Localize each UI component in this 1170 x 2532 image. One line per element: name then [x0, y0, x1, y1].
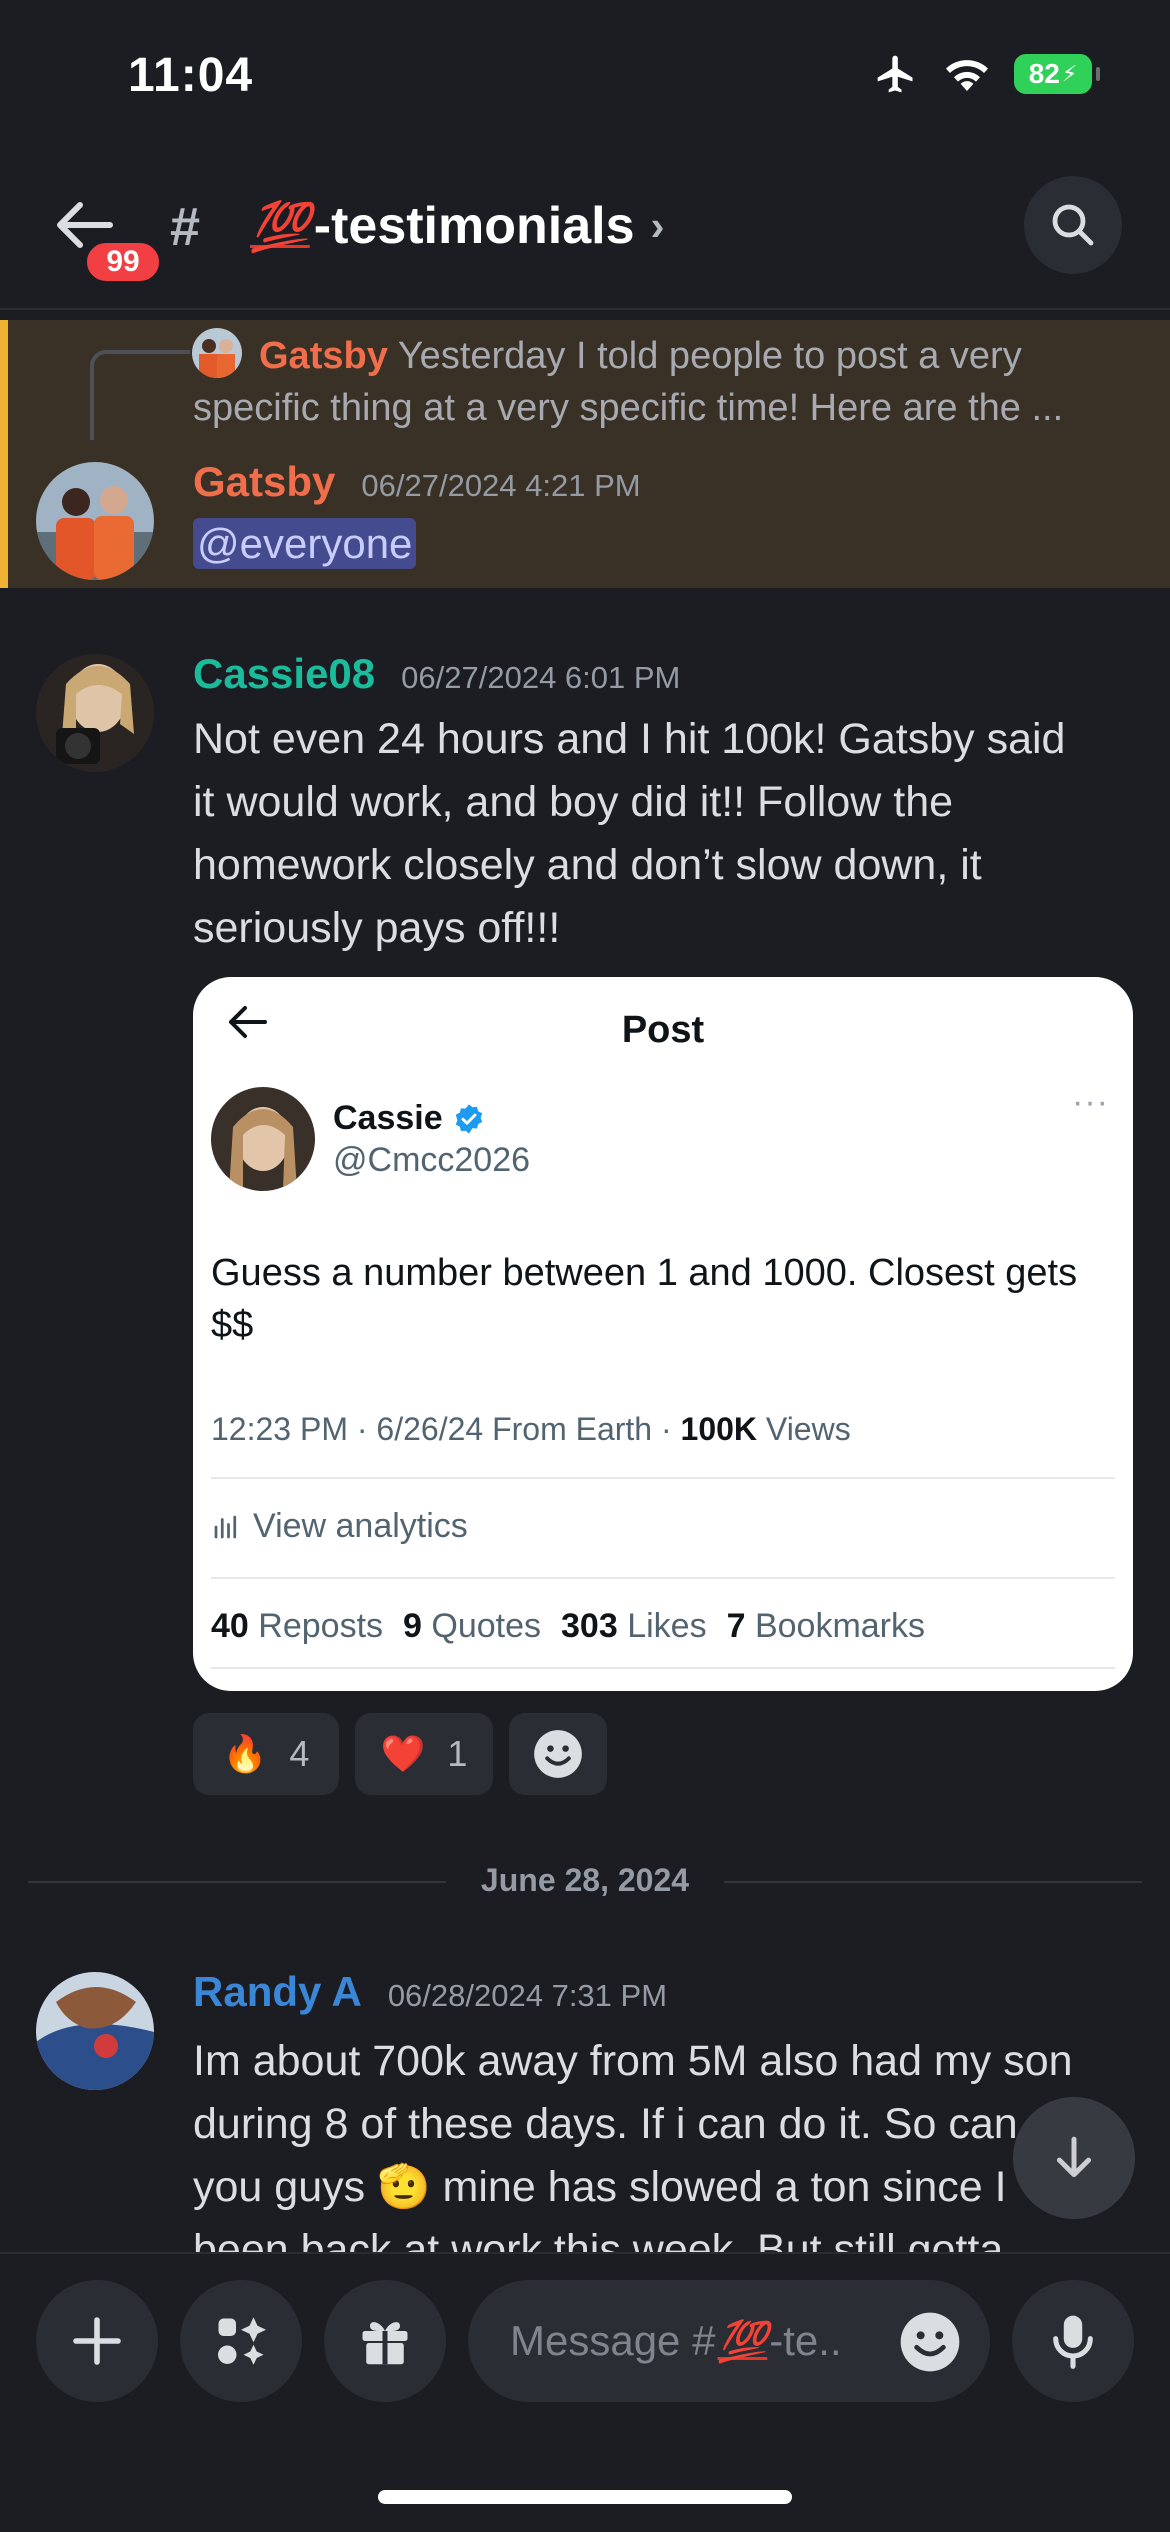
message-text: Im about 700k away from 5M also had my s… — [193, 2030, 1153, 2252]
apps-icon — [218, 2317, 266, 2365]
message-line: Im about 700k away from 5M also had my s… — [193, 2037, 1073, 2085]
author-name[interactable]: Gatsby — [193, 458, 335, 506]
arrow-down-icon — [1056, 2136, 1092, 2178]
message-header: Randy A 06/28/2024 7:31 PM — [193, 1968, 667, 2016]
post-body: Guess a number between 1 and 1000. Close… — [211, 1252, 1078, 1346]
search-button[interactable] — [1024, 176, 1122, 274]
reaction-fire[interactable]: 🔥 4 — [193, 1713, 339, 1795]
post-handle: @Cmcc2026 — [333, 1141, 531, 1179]
timestamp: 06/28/2024 7:31 PM — [387, 1978, 668, 2013]
hundred-emoji: 💯 — [250, 200, 310, 254]
avatar[interactable] — [36, 654, 154, 772]
chevron-right-icon: › — [650, 202, 665, 249]
message-line: homework closely and don’t slow down, it — [193, 841, 982, 889]
post-divider — [211, 1577, 1115, 1579]
post-analytics: View analytics — [211, 1507, 468, 1546]
unread-badge: 99 — [82, 238, 164, 286]
gift-button[interactable] — [324, 2280, 446, 2402]
post-stats: 40 Reposts 9 Quotes 303 Likes 7 Bookmark… — [211, 1607, 925, 1646]
message-line: seriously pays off!!! — [193, 904, 561, 952]
add-reaction-button[interactable] — [509, 1713, 607, 1795]
stat-bookmarks: 7 Bookmarks — [726, 1607, 926, 1645]
post-author-name: Cassie — [333, 1099, 443, 1137]
embedded-post-image[interactable]: Post Cassie @Cmcc2026 ··· Guess a number… — [193, 977, 1133, 1691]
emoji-picker-icon[interactable] — [898, 2310, 962, 2374]
apps-button[interactable] — [180, 2280, 302, 2402]
post-avatar — [211, 1087, 315, 1191]
heart-emoji: ❤️ — [380, 1733, 426, 1774]
channel-header: 99 # 💯 -testimonials › — [0, 170, 1170, 310]
timestamp: 06/27/2024 6:01 PM — [401, 660, 681, 695]
reaction-heart[interactable]: ❤️ 1 — [355, 1713, 493, 1795]
message-header: Cassie08 06/27/2024 6:01 PM — [193, 650, 680, 698]
voice-message-button[interactable] — [1012, 2280, 1134, 2402]
jump-to-bottom-button[interactable] — [1013, 2097, 1135, 2219]
airplane-icon — [877, 55, 913, 93]
verified-badge-icon — [455, 1103, 482, 1134]
message-line: you guys 🫡 mine has slowed a ton since I — [193, 2163, 1007, 2211]
more-icon: ··· — [1072, 1083, 1109, 1121]
stat-quotes: 9 Quotes — [403, 1607, 542, 1645]
microphone-icon — [1053, 2315, 1093, 2369]
timestamp: 06/27/2024 4:21 PM — [361, 468, 641, 503]
message-line: Not even 24 hours and I hit 100k! Gatsby… — [193, 715, 1066, 763]
reaction-count: 1 — [447, 1733, 468, 1774]
stat-likes: 303 Likes — [561, 1607, 707, 1645]
post-divider — [211, 1667, 1115, 1669]
author-name[interactable]: Randy A — [193, 1968, 362, 2016]
reply-author[interactable]: Gatsby — [259, 335, 388, 377]
analytics-icon — [214, 1515, 237, 1538]
message-line: during 8 of these days. If i can do it. … — [193, 2100, 1018, 2148]
home-indicator — [378, 2490, 792, 2504]
reply-preview[interactable]: Gatsby Yesterday I told people to post a … — [193, 330, 1133, 434]
avatar[interactable] — [36, 462, 154, 580]
channel-title[interactable]: 💯 -testimonials › — [250, 196, 665, 256]
everyone-mention[interactable]: @everyone — [193, 518, 417, 569]
message-clip: Im about 700k away from 5M also had my s… — [0, 2030, 1170, 2252]
message-text: Not even 24 hours and I hit 100k! Gatsby… — [193, 708, 1153, 960]
message-content: @everyone — [193, 518, 417, 569]
reply-connector — [90, 350, 190, 440]
input-placeholder-prefix: Message # — [510, 2317, 716, 2364]
author-name[interactable]: Cassie08 — [193, 650, 375, 698]
status-icons: 82 ⚡ — [872, 52, 1100, 96]
reaction-count: 4 — [289, 1733, 310, 1774]
battery-indicator: 82 ⚡ — [1014, 54, 1100, 94]
channel-name: -testimonials — [313, 197, 635, 255]
post-author: Cassie — [333, 1099, 485, 1138]
message-line: it would work, and boy did it!! Follow t… — [193, 778, 954, 826]
message-input[interactable]: Message # 💯 -te.. — [468, 2280, 990, 2402]
attach-button[interactable] — [36, 2280, 158, 2402]
header-divider — [0, 308, 1170, 310]
input-placeholder-suffix: -te.. — [769, 2317, 842, 2364]
wifi-icon — [946, 60, 988, 91]
stat-reposts: 40 Reposts — [211, 1607, 384, 1645]
hundred-emoji: 💯 — [717, 2319, 768, 2364]
channel-hash-icon: # — [170, 197, 201, 257]
smiley-icon — [534, 1730, 582, 1778]
message-line: been back at work this week. But still g… — [193, 2226, 1004, 2252]
gift-icon — [362, 2322, 408, 2365]
post-divider — [211, 1477, 1115, 1479]
search-icon — [1052, 204, 1094, 246]
status-time: 11:04 — [128, 49, 254, 102]
date-separator: June 28, 2024 — [480, 1862, 690, 1898]
fire-emoji: 🔥 — [222, 1733, 268, 1774]
post-meta: 12:23 PM · 6/26/24 From Earth · 100K Vie… — [211, 1411, 851, 1447]
post-title: Post — [621, 1009, 705, 1051]
message-header: Gatsby 06/27/2024 4:21 PM — [193, 458, 641, 506]
plus-icon — [73, 2317, 121, 2365]
